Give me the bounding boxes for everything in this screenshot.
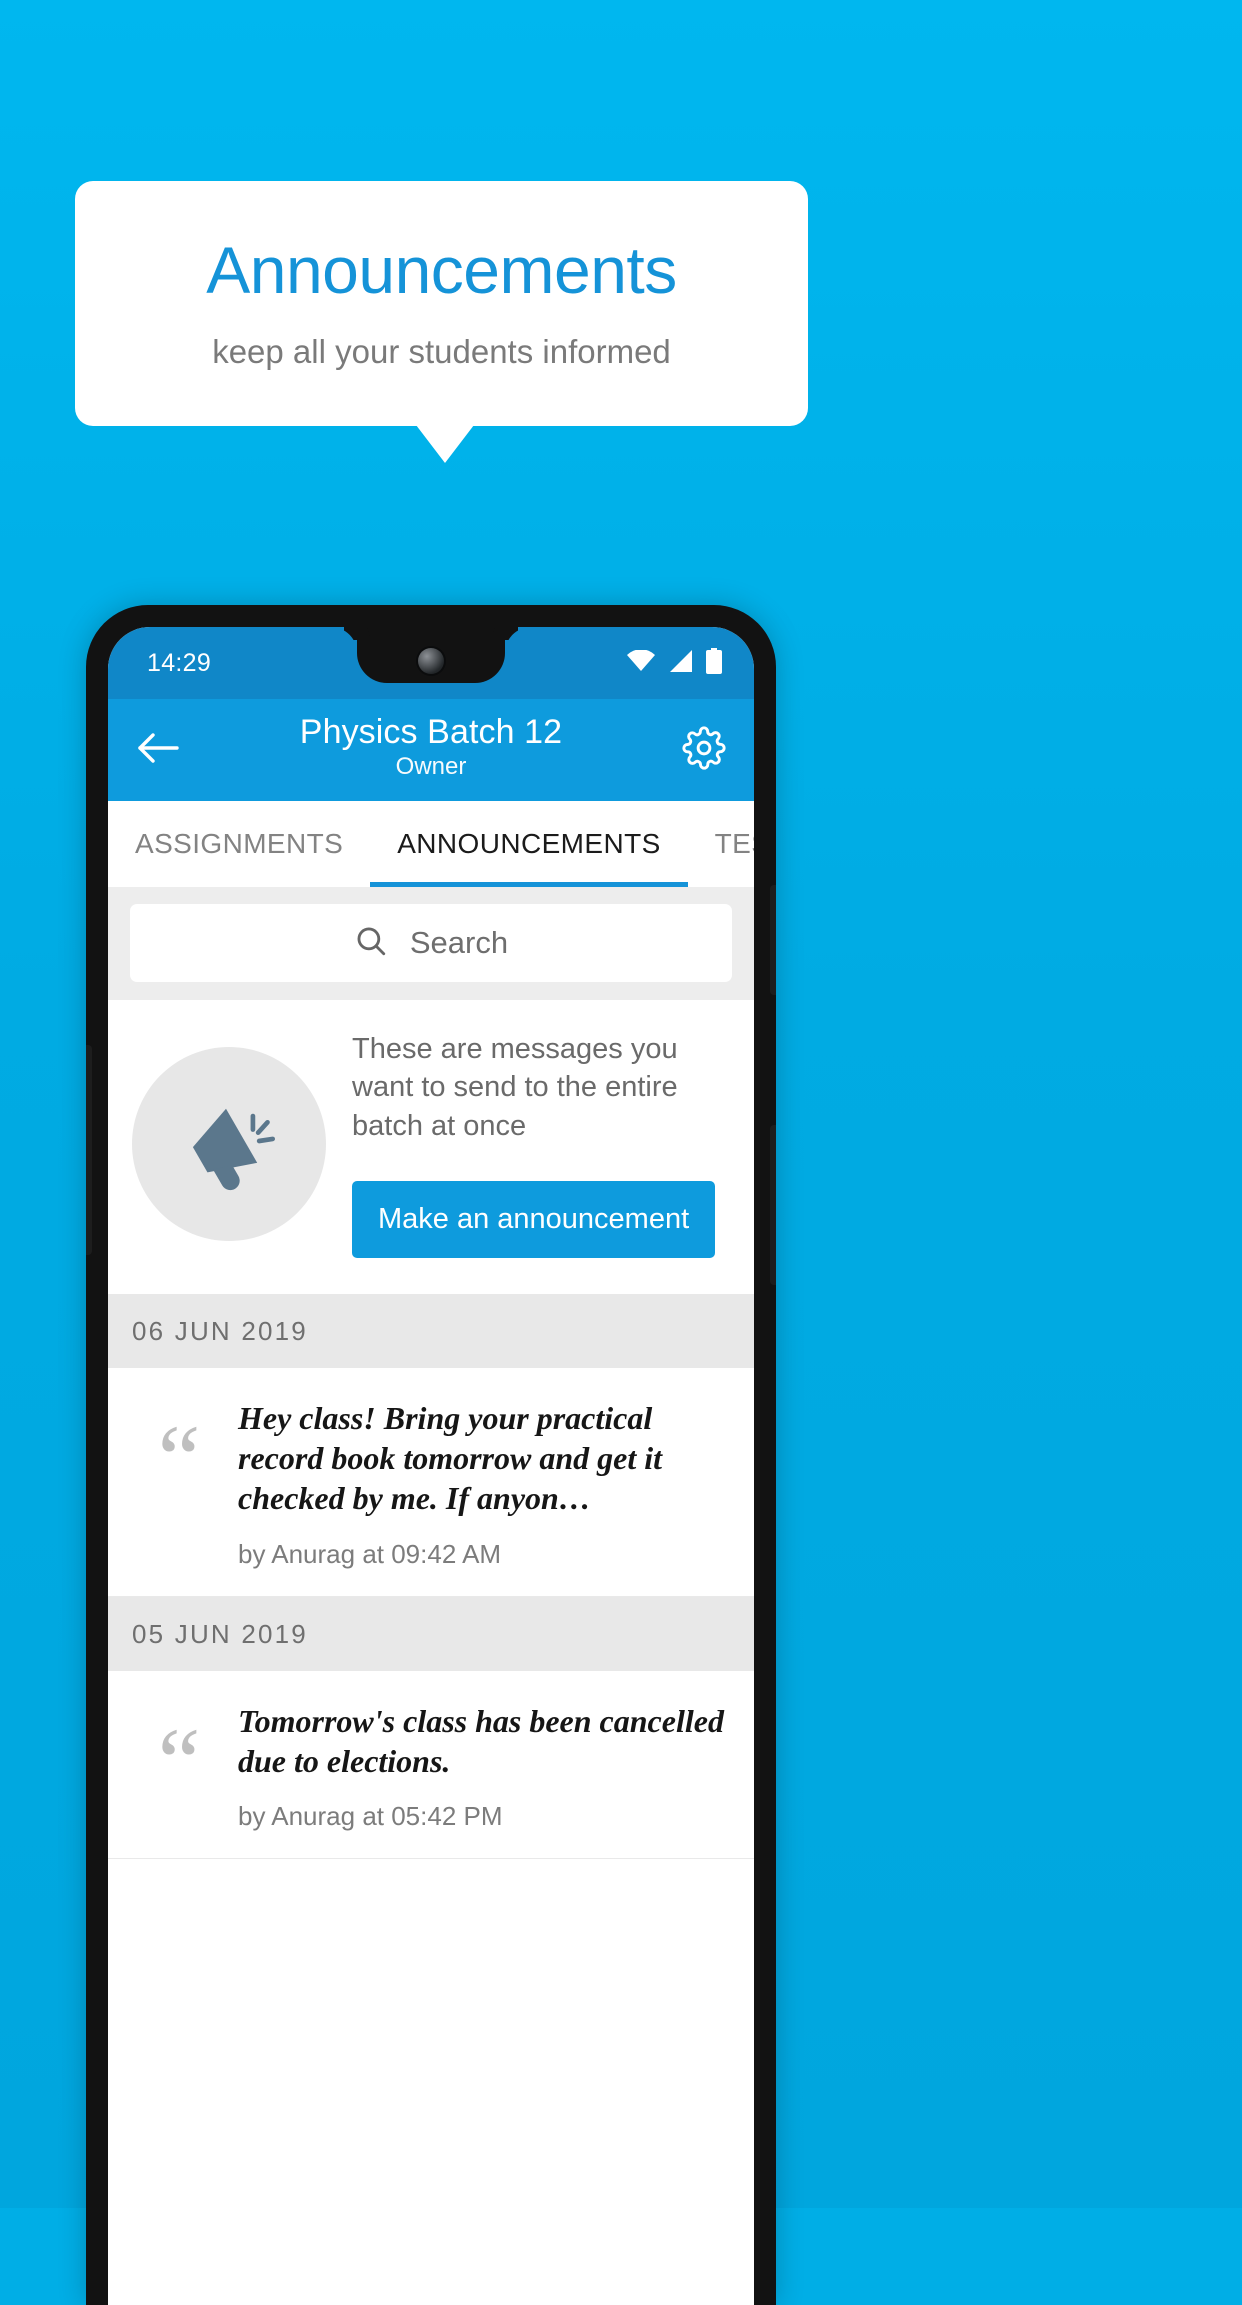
tab-assignments[interactable]: ASSIGNMENTS: [108, 801, 370, 887]
settings-button[interactable]: [676, 725, 732, 775]
announcement-promo-card: These are messages you want to send to t…: [108, 1000, 754, 1294]
announcement-body: Tomorrow's class has been cancelled due …: [238, 1701, 732, 1833]
arrow-left-icon: [137, 731, 179, 770]
promo-title: Announcements: [206, 232, 677, 307]
megaphone-icon: [177, 1089, 281, 1198]
announcement-row[interactable]: “ Tomorrow's class has been cancelled du…: [108, 1670, 754, 1860]
promo-card-right: These are messages you want to send to t…: [352, 1030, 730, 1258]
search-icon: [354, 924, 388, 963]
promo-description: These are messages you want to send to t…: [352, 1033, 678, 1142]
page-subtitle: Owner: [395, 753, 467, 781]
app-bar-titles: Physics Batch 12 Owner: [186, 713, 676, 782]
quote-icon: “: [157, 1404, 201, 1512]
page-title: Physics Batch 12: [299, 713, 563, 752]
search-bar-container: Search: [108, 887, 754, 1000]
wifi-icon: [627, 648, 655, 677]
back-button[interactable]: [130, 731, 186, 770]
status-bar: 14:29: [108, 627, 754, 699]
status-icons: [627, 647, 722, 679]
phone-side-button-assistant[interactable]: [86, 1045, 92, 1255]
search-placeholder: Search: [409, 925, 509, 960]
gear-icon: [682, 725, 726, 775]
phone-side-button-volume-up[interactable]: [770, 885, 776, 995]
phone-side-button-power[interactable]: [770, 1125, 776, 1285]
announcement-body: Hey class! Bring your practical record b…: [238, 1398, 732, 1570]
app-bar: Physics Batch 12 Owner: [108, 699, 754, 801]
announcement-meta: by Anurag at 09:42 AM: [238, 1538, 502, 1569]
promo-bubble-tail: [416, 425, 474, 463]
battery-icon: [706, 647, 722, 679]
status-time: 14:29: [147, 648, 212, 677]
phone-screen: 14:29 Physics Batch 12 Owner ASSIGNMENTS…: [108, 627, 754, 2305]
announcement-text: Tomorrow's class has been cancelled due …: [238, 1702, 724, 1780]
promo-subtitle: keep all your students informed: [212, 332, 671, 370]
promo-speech-bubble: Announcements keep all your students inf…: [75, 181, 808, 426]
front-camera-icon: [418, 648, 444, 674]
quote-icon: “: [157, 1707, 201, 1815]
megaphone-icon-circle: [132, 1046, 326, 1241]
announcement-meta: by Anurag at 05:42 PM: [238, 1801, 503, 1832]
announcement-row[interactable]: “ Hey class! Bring your practical record…: [108, 1367, 754, 1597]
search-input[interactable]: Search: [130, 904, 732, 982]
date-header: 06 JUN 2019: [108, 1293, 754, 1368]
phone-notch: [357, 627, 505, 683]
phone-frame: 14:29 Physics Batch 12 Owner ASSIGNMENTS…: [86, 605, 776, 2305]
tab-announcements[interactable]: ANNOUNCEMENTS: [370, 801, 689, 887]
date-header: 05 JUN 2019: [108, 1596, 754, 1671]
signal-icon: [668, 649, 693, 678]
tab-tests[interactable]: TESTS: [688, 801, 754, 887]
tab-bar[interactable]: ASSIGNMENTS ANNOUNCEMENTS TESTS ’: [108, 801, 754, 887]
make-announcement-button[interactable]: Make an announcement: [352, 1180, 716, 1258]
announcement-text: Hey class! Bring your practical record b…: [238, 1399, 663, 1517]
